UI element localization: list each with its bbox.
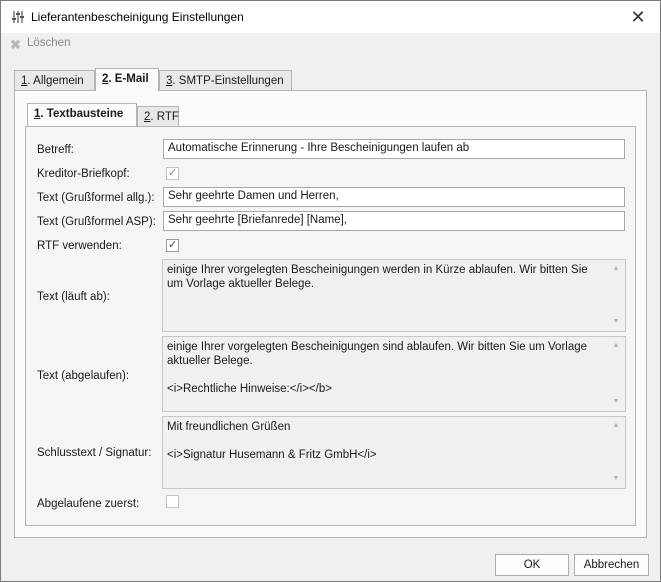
grussformel-allg-input[interactable]: Sehr geehrte Damen und Herren, xyxy=(163,187,625,207)
close-button[interactable]: ✕ xyxy=(628,7,648,27)
schlusstext-label: Schlusstext / Signatur: xyxy=(37,447,152,459)
close-icon: ✕ xyxy=(630,7,646,27)
text-abgelaufen-memo[interactable]: einige Ihrer vorgelegten Bescheinigungen… xyxy=(162,336,626,412)
grussformel-allg-label: Text (Grußformel allg.): xyxy=(37,192,155,204)
rtf-verwenden-label: RTF verwenden: xyxy=(37,240,122,252)
kreditor-briefkopf-checkbox[interactable]: ✓ xyxy=(166,167,179,180)
kreditor-briefkopf-label: Kreditor-Briefkopf: xyxy=(37,168,130,180)
text-abgelaufen-label: Text (abgelaufen): xyxy=(37,370,130,382)
tab-rtf[interactable]: 2. RTF xyxy=(137,106,179,126)
email-tab-panel: 1. Textbausteine 2. RTF Betreff: Automat… xyxy=(14,90,647,538)
grussformel-asp-input[interactable]: Sehr geehrte [Briefanrede] [Name], xyxy=(163,211,625,231)
toolbar: ✖ Löschen xyxy=(1,33,660,57)
delete-button[interactable]: Löschen xyxy=(27,37,70,49)
tab-textbausteine-label: . Textbausteine xyxy=(40,108,124,120)
settings-sliders-icon xyxy=(12,11,24,23)
textbausteine-panel: Betreff: Automatische Erinnerung - Ihre … xyxy=(25,126,636,526)
check-icon: ✓ xyxy=(168,239,178,251)
delete-icon: ✖ xyxy=(10,37,21,52)
abgelaufene-zuerst-checkbox[interactable] xyxy=(166,495,179,508)
scroll-down-icon[interactable]: ▼ xyxy=(608,472,624,486)
scroll-down-icon[interactable]: ▼ xyxy=(608,395,624,409)
memo-scrollbar[interactable]: ▲ ▼ xyxy=(608,261,624,330)
betreff-label: Betreff: xyxy=(37,144,74,156)
tab-email-label: . E-Mail xyxy=(108,73,149,85)
scroll-down-icon[interactable]: ▼ xyxy=(608,315,624,329)
rtf-verwenden-checkbox[interactable]: ✓ xyxy=(166,239,179,252)
tab-allgemein-label: . Allgemein xyxy=(27,75,84,87)
tab-textbausteine[interactable]: 1. Textbausteine xyxy=(27,103,137,126)
tab-smtp[interactable]: 3. SMTP-Einstellungen xyxy=(159,70,292,90)
schlusstext-value: Mit freundlichen Grüßen <i>Signatur Huse… xyxy=(167,421,377,461)
scroll-up-icon[interactable]: ▲ xyxy=(608,339,624,353)
tab-smtp-label: . SMTP-Einstellungen xyxy=(172,75,284,87)
tab-allgemein[interactable]: 1. Allgemein xyxy=(14,70,95,90)
settings-dialog: Lieferantenbescheinigung Einstellungen ✕… xyxy=(0,0,661,582)
betreff-input[interactable]: Automatische Erinnerung - Ihre Bescheini… xyxy=(163,139,625,159)
memo-scrollbar[interactable]: ▲ ▼ xyxy=(608,338,624,410)
cancel-button[interactable]: Abbrechen xyxy=(574,554,649,576)
grussformel-asp-label: Text (Grußformel ASP): xyxy=(37,216,156,228)
tab-email[interactable]: 2. E-Mail xyxy=(95,68,159,91)
text-laeuft-ab-label: Text (läuft ab): xyxy=(37,291,110,303)
text-abgelaufen-value: einige Ihrer vorgelegten Bescheinigungen… xyxy=(167,341,588,395)
window-title: Lieferantenbescheinigung Einstellungen xyxy=(31,10,244,24)
text-laeuft-ab-memo[interactable]: einige Ihrer vorgelegten Bescheinigungen… xyxy=(162,259,626,332)
scroll-up-icon[interactable]: ▲ xyxy=(608,419,624,433)
check-icon: ✓ xyxy=(168,167,178,179)
text-laeuft-ab-value: einige Ihrer vorgelegten Bescheinigungen… xyxy=(167,264,591,290)
schlusstext-memo[interactable]: Mit freundlichen Grüßen <i>Signatur Huse… xyxy=(162,416,626,489)
title-bar: Lieferantenbescheinigung Einstellungen ✕ xyxy=(1,1,660,33)
memo-scrollbar[interactable]: ▲ ▼ xyxy=(608,418,624,487)
abgelaufene-zuerst-label: Abgelaufene zuerst: xyxy=(37,498,140,510)
tab-rtf-label: . RTF xyxy=(150,111,179,123)
scroll-up-icon[interactable]: ▲ xyxy=(608,262,624,276)
ok-button[interactable]: OK xyxy=(495,554,569,576)
